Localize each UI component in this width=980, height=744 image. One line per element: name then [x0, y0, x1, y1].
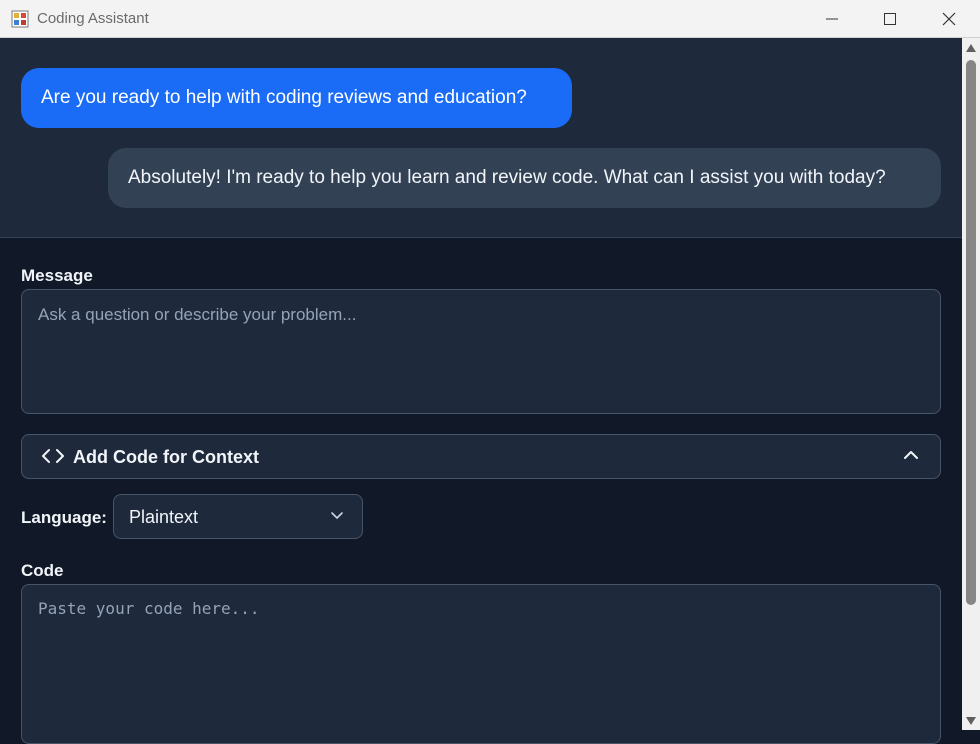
chevron-up-icon — [904, 451, 918, 459]
code-brackets-icon — [42, 449, 64, 463]
close-icon — [942, 12, 956, 26]
compose-panel: Message Ask a question or describe your … — [0, 238, 962, 744]
code-placeholder: Paste your code here... — [38, 599, 260, 618]
language-label: Language: — [21, 508, 107, 527]
code-input[interactable]: Paste your code here... — [21, 584, 941, 744]
message-placeholder: Ask a question or describe your problem.… — [38, 305, 357, 324]
message-label: Message — [21, 266, 93, 285]
maximize-icon — [884, 13, 896, 25]
message-input[interactable]: Ask a question or describe your problem.… — [21, 289, 941, 414]
chat-history: Are you ready to help with coding review… — [0, 38, 962, 238]
chevron-down-icon — [331, 512, 343, 519]
title-bar: Coding Assistant — [0, 0, 980, 38]
scrollbar-thumb[interactable] — [966, 60, 976, 605]
assistant-message-text: Absolutely! I'm ready to help you learn … — [128, 167, 886, 188]
add-code-label: Add Code for Context — [73, 447, 259, 467]
vertical-scrollbar[interactable] — [962, 38, 980, 730]
language-select[interactable]: Plaintext — [113, 494, 363, 539]
window-title: Coding Assistant — [37, 10, 149, 27]
minimize-icon — [826, 18, 838, 20]
minimize-button[interactable] — [803, 0, 861, 38]
assistant-message-bubble: Absolutely! I'm ready to help you learn … — [108, 148, 941, 208]
code-label: Code — [21, 561, 64, 580]
user-message-bubble: Are you ready to help with coding review… — [21, 68, 572, 128]
close-button[interactable] — [920, 0, 978, 38]
app-icon — [11, 10, 29, 28]
scroll-up-arrow-icon[interactable] — [965, 43, 977, 53]
scroll-down-arrow-icon[interactable] — [965, 716, 977, 726]
language-value: Plaintext — [129, 507, 199, 527]
maximize-button[interactable] — [861, 0, 919, 38]
add-code-toggle[interactable]: Add Code for Context — [21, 434, 941, 479]
user-message-text: Are you ready to help with coding review… — [41, 87, 527, 108]
